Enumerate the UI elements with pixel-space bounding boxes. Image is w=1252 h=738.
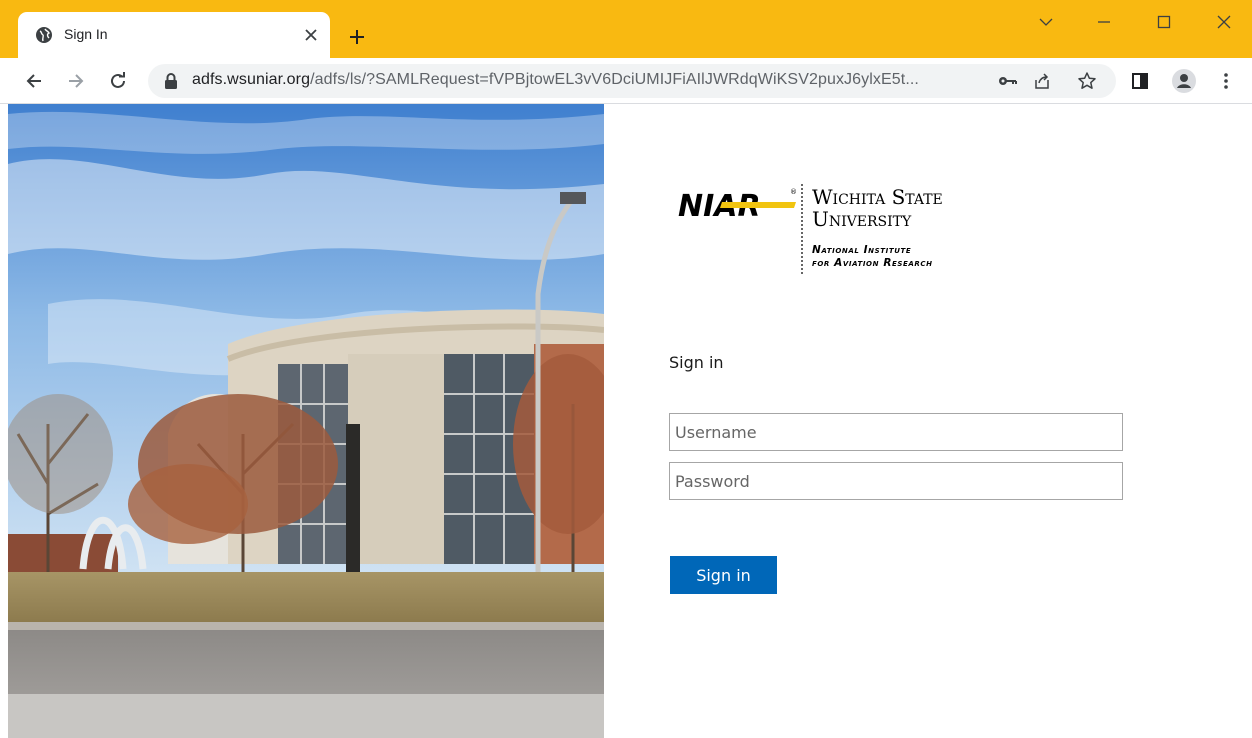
browser-tab[interactable]: Sign In [18, 12, 330, 58]
side-panel-icon[interactable] [1128, 69, 1152, 93]
sign-in-button[interactable]: Sign in [670, 556, 777, 594]
sign-in-heading: Sign in [669, 353, 724, 372]
logo-line-2: University [812, 207, 912, 231]
globe-icon [35, 26, 53, 44]
star-icon[interactable] [1075, 69, 1099, 93]
profile-icon[interactable] [1172, 69, 1196, 93]
browser-titlebar: Sign In [0, 0, 1252, 58]
lock-icon[interactable] [164, 73, 178, 89]
logo-line-3: National Institute [812, 244, 911, 256]
close-window-icon[interactable] [1204, 9, 1244, 35]
maximize-icon[interactable] [1144, 9, 1184, 35]
back-arrow-icon[interactable] [20, 67, 48, 95]
close-icon[interactable] [300, 24, 322, 46]
forward-arrow-icon[interactable] [62, 67, 90, 95]
password-input[interactable] [669, 462, 1123, 500]
username-input[interactable] [669, 413, 1123, 451]
address-bar[interactable]: adfs.wsuniar.org/adfs/ls/?SAMLRequest=fV… [148, 64, 1116, 98]
share-icon[interactable] [1030, 69, 1054, 93]
campus-photo [8, 104, 604, 738]
key-icon[interactable] [996, 69, 1020, 93]
chevron-down-icon[interactable] [1026, 9, 1066, 35]
tab-title: Sign In [64, 26, 108, 42]
kebab-menu-icon[interactable] [1214, 69, 1238, 93]
logo-line-4: for Aviation Research [812, 257, 933, 269]
logo-line-1: Wichita State [812, 185, 943, 209]
url-text: adfs.wsuniar.org/adfs/ls/?SAMLRequest=fV… [192, 71, 919, 88]
reload-icon[interactable] [104, 67, 132, 95]
page-content: NIAR ® Wichita State University National… [0, 104, 1252, 738]
svg-text:®: ® [790, 188, 797, 196]
plus-icon[interactable] [344, 24, 370, 50]
browser-toolbar: adfs.wsuniar.org/adfs/ls/?SAMLRequest=fV… [0, 58, 1252, 104]
minimize-icon[interactable] [1084, 9, 1124, 35]
niar-wsu-logo: NIAR ® Wichita State University National… [678, 180, 1008, 280]
